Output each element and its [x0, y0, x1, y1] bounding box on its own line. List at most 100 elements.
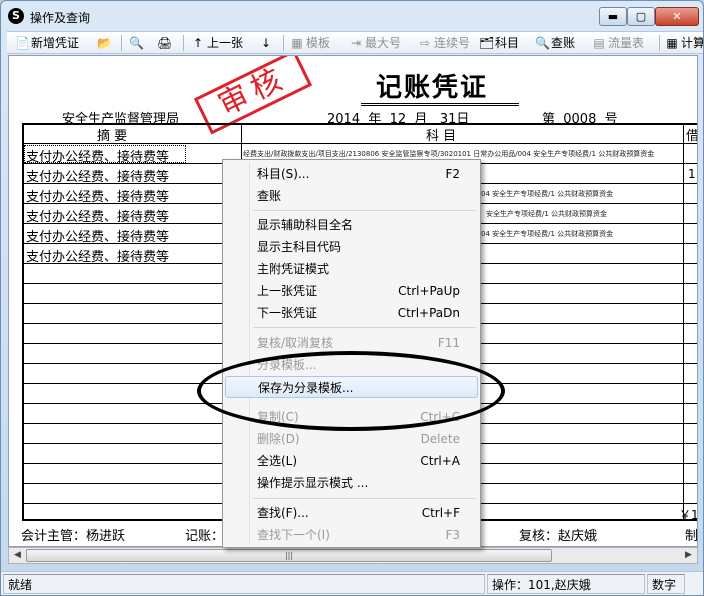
prev-voucher-button[interactable]: ↑ 上一张	[191, 34, 243, 52]
menu-item-delete[interactable]: 删除(D) Delete	[225, 428, 478, 450]
header-debit: 借	[686, 129, 698, 144]
menu-item-label: 显示主科目代码	[257, 240, 342, 254]
minimize-button[interactable]: ▬	[599, 7, 627, 26]
scroll-left-icon[interactable]: ◀	[9, 548, 26, 563]
template-icon: ▦	[291, 36, 303, 50]
cashflow-label: 流量表	[608, 36, 645, 50]
menu-item-label: 查账	[257, 189, 282, 203]
continuous-number-label: 连续号	[434, 36, 471, 50]
last-number-button[interactable]: ⇥ 最大号	[349, 34, 401, 52]
title-bar: S 操作及查询 ▬ ▢ ✕	[1, 1, 703, 31]
horizontal-scrollbar[interactable]: ◀ ||| ▶	[8, 547, 698, 564]
voucher-title: 记账凭证	[376, 73, 489, 103]
print-preview-icon: 🔍	[129, 36, 144, 50]
printer-icon: 🖨	[157, 36, 173, 50]
menu-item-label: 操作提示显示模式 ...	[257, 476, 369, 490]
maker-label: 制	[685, 529, 698, 544]
menu-item-find-next[interactable]: 查找下一个(I) F3	[225, 524, 478, 546]
menu-item-label: 科目(S)...	[257, 167, 310, 181]
menu-item-lookup[interactable]: 查账	[225, 185, 478, 207]
lookup-button[interactable]: 🔍查账	[535, 34, 575, 52]
window-title: 操作及查询	[30, 11, 91, 25]
row-summary[interactable]: 支付办公经费、接待费等	[26, 186, 169, 205]
scroll-thumb[interactable]: |||	[26, 549, 552, 562]
menu-item-shortcut: F2	[445, 167, 460, 181]
menu-item-shortcut: F3	[445, 528, 460, 542]
prev-voucher-label: 上一张	[207, 36, 244, 50]
menu-item-label: 下一张凭证	[257, 306, 318, 320]
menu-item-subject[interactable]: 科目(S)... F2	[225, 163, 478, 185]
print-button[interactable]: 🖨	[157, 34, 173, 52]
arrow-down-icon: ↓	[260, 36, 272, 50]
cashflow-button[interactable]: ▤ 流量表	[592, 34, 644, 52]
bookkeeper-label: 记账：	[185, 529, 225, 544]
app-icon: S	[8, 8, 24, 24]
continuous-number-button[interactable]: ⇨ 连续号	[418, 34, 470, 52]
next-voucher-button[interactable]: ↓	[259, 34, 275, 52]
preview-button[interactable]: 🔍	[129, 34, 145, 52]
status-bar: 就绪 操作：101,赵庆娥 数字	[1, 571, 703, 595]
menu-item-show-aux-fullname[interactable]: 显示辅助科目全名	[225, 214, 478, 236]
last-number-label: 最大号	[365, 36, 402, 50]
edit-cursor-cell[interactable]	[24, 145, 186, 163]
row-subject[interactable]: 安全生产专项经费/1 公共财政预算资金	[486, 209, 607, 219]
calculate-button[interactable]: ▦ 计算	[665, 34, 704, 52]
menu-item-label: 显示辅助科目全名	[257, 218, 354, 232]
menu-item-shortcut: Ctrl+A	[420, 454, 460, 468]
menu-item-select-all[interactable]: 全选(L) Ctrl+A	[225, 450, 478, 472]
toolbar: 📄新增凭证 📂 🔍 🖨 ↑上一张 ↓ ▦模板 ⇥最大号 ⇨连续号 🗂科目	[7, 31, 704, 54]
menu-item-label: 查找(F)...	[257, 506, 309, 520]
menu-item-tip-mode[interactable]: 操作提示显示模式 ...	[225, 472, 478, 494]
row-summary[interactable]: 支付办公经费、接待费等	[26, 166, 169, 185]
toolbar-separator	[283, 35, 284, 51]
menu-item-label: 查找下一个(I)	[257, 528, 330, 542]
annotation-ellipse	[197, 351, 505, 431]
template-button[interactable]: ▦ 模板	[290, 34, 330, 52]
menu-item-next-voucher[interactable]: 下一张凭证 Ctrl+PaDn	[225, 302, 478, 324]
menu-item-label: 主附凭证模式	[257, 262, 330, 276]
menu-item-shortcut: F11	[437, 336, 460, 350]
row-summary[interactable]: 支付办公经费、接待费等	[26, 226, 169, 245]
open-folder-icon: 📂	[97, 36, 112, 50]
subject-button[interactable]: 🗂科目	[479, 34, 519, 52]
template-label: 模板	[306, 36, 331, 50]
reviewer-label: 复核：赵庆娥	[519, 529, 598, 544]
menu-item-main-attach-mode[interactable]: 主附凭证模式	[225, 258, 478, 280]
new-voucher-label: 新增凭证	[31, 36, 80, 50]
toolbar-separator	[183, 35, 184, 51]
menu-item-find[interactable]: 查找(F)... Ctrl+F	[225, 502, 478, 524]
menu-item-show-main-code[interactable]: 显示主科目代码	[225, 236, 478, 258]
continuous-arrow-icon: ⇨	[419, 36, 431, 50]
toolbar-separator	[659, 35, 660, 51]
row-subject[interactable]: 经费支出/财政拨款支出/项目支出/2130806 安全监管监察专项/302010…	[243, 149, 654, 159]
title-underline	[361, 103, 519, 106]
search-icon: 🔍	[535, 36, 550, 50]
open-button[interactable]: 📂	[97, 34, 113, 52]
lookup-label: 查账	[551, 36, 576, 50]
status-ready: 就绪	[3, 574, 485, 594]
subject-tree-icon: 🗂	[479, 36, 495, 50]
menu-item-shortcut: Ctrl+PaDn	[397, 306, 460, 320]
calculate-label: 计算	[681, 36, 704, 50]
row-summary[interactable]: 支付办公经费、接待费等	[26, 206, 169, 225]
menu-item-prev-voucher[interactable]: 上一张凭证 Ctrl+PaUp	[225, 280, 478, 302]
new-document-icon: 📄	[15, 36, 30, 50]
new-voucher-button[interactable]: 📄新增凭证	[15, 34, 79, 52]
status-operator: 操作：101,赵庆娥	[487, 574, 645, 594]
close-button[interactable]: ✕	[655, 7, 699, 26]
header-summary: 摘 要	[97, 129, 128, 144]
skip-end-icon: ⇥	[350, 36, 362, 50]
row-debit[interactable]: 1	[688, 167, 696, 181]
maximize-button[interactable]: ▢	[627, 7, 655, 26]
main-window: S 操作及查询 ▬ ▢ ✕ 📄新增凭证 📂 🔍 🖨 ↑ 上一张 ↓ ▦ 模板 ⇥…	[0, 0, 704, 596]
menu-item-shortcut: Delete	[420, 432, 460, 446]
row-summary[interactable]: 支付办公经费、接待费等	[26, 246, 169, 265]
row-subject[interactable]: 04 安全生产专项经费/1 公共财政预算资金	[481, 229, 613, 239]
arrow-up-icon: ↑	[192, 36, 204, 50]
total-debit: ￥1	[679, 508, 698, 522]
subject-label: 科目	[495, 36, 520, 50]
cashflow-icon: ▤	[593, 36, 605, 50]
scroll-right-icon[interactable]: ▶	[680, 548, 697, 563]
row-subject[interactable]: 04 安全生产专项经费/1 公共财政预算资金	[481, 189, 613, 199]
menu-item-label: 删除(D)	[257, 432, 300, 446]
